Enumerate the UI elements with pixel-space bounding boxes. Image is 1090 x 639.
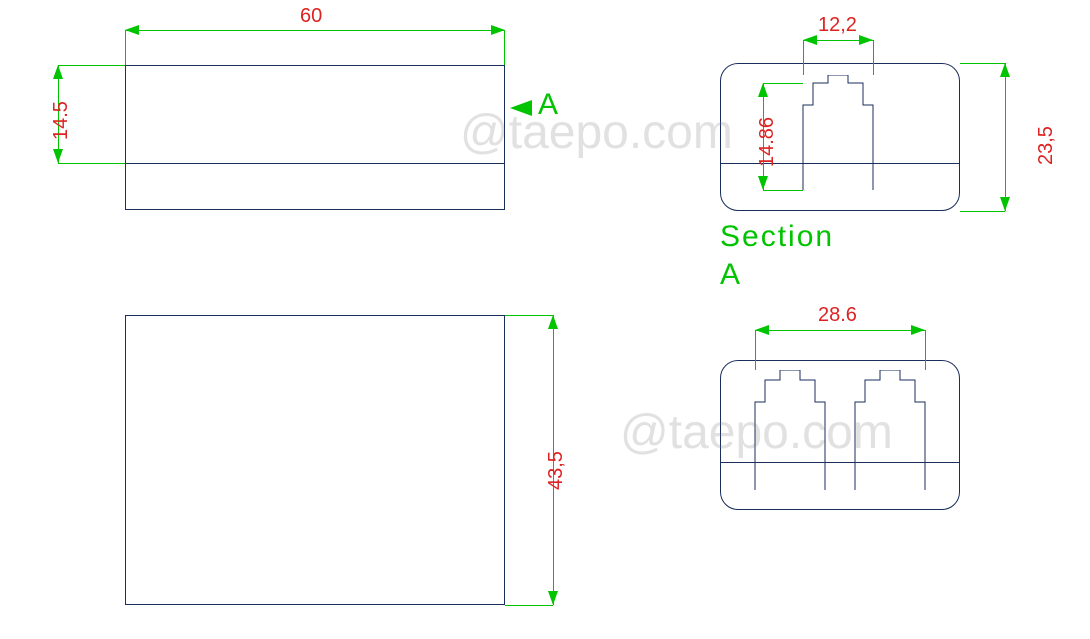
- dim-12-2-ext-l: [803, 40, 804, 75]
- dim-23-5-ext-b: [960, 211, 1005, 212]
- dim-23-5-arrow-t: [1000, 63, 1010, 77]
- dim-28-6-ext-l: [755, 330, 756, 370]
- dim-14-86-ext-b: [763, 190, 803, 191]
- dim-14-5-ext-t: [58, 65, 125, 66]
- dim-28-6-arrow-l: [755, 325, 769, 335]
- dim-12-2-arrow-r: [859, 35, 873, 45]
- dim-60-label: 60: [300, 5, 322, 28]
- bottom-left-outline: [125, 315, 505, 605]
- dim-60-line: [125, 30, 505, 31]
- dim-14-86-label: 14.86: [756, 117, 779, 167]
- dim-23-5-arrow-b: [1000, 197, 1010, 211]
- section-label-text: Section: [720, 220, 834, 254]
- dim-14-86-arrow-b: [758, 176, 768, 190]
- top-left-divider1: [125, 163, 505, 164]
- section-a-jack: [793, 75, 883, 190]
- dim-12-2-ext-r: [873, 40, 874, 75]
- watermark-top: @taepo.com: [460, 105, 733, 160]
- section-label-letter: A: [720, 258, 742, 292]
- dim-12-2-arrow-l: [803, 35, 817, 45]
- dim-43-5-arrow-t: [548, 315, 558, 329]
- dim-60-arrow-r: [491, 25, 505, 35]
- dim-28-6-label: 28.6: [818, 304, 857, 327]
- dim-14-5-ext-b: [58, 163, 125, 164]
- dim-28-6-arrow-r: [911, 325, 925, 335]
- dim-60-ext-r: [504, 30, 505, 65]
- dim-14-86-ext-t: [763, 83, 803, 84]
- watermark-bottom: @taepo.com: [620, 405, 893, 460]
- top-left-outline: [125, 65, 505, 210]
- dim-12-2-label: 12,2: [818, 14, 857, 37]
- dim-43-5-ext-t: [505, 315, 553, 316]
- dim-28-6-line: [755, 330, 925, 331]
- dim-14-5-label: 14.5: [50, 101, 73, 140]
- dim-43-5-arrow-b: [548, 591, 558, 605]
- dim-23-5-label: 23,5: [1035, 126, 1058, 165]
- dim-43-5-ext-b: [505, 605, 553, 606]
- dim-28-6-ext-r: [925, 330, 926, 370]
- dim-60-ext-l: [125, 30, 126, 65]
- technical-drawing: 60 14.5 A 12,2 14.86 23,5 Section A 43,5: [0, 0, 1090, 639]
- dim-14-5-arrow-b: [53, 149, 63, 163]
- dim-43-5-label: 43,5: [545, 451, 568, 490]
- dim-23-5-line: [1005, 63, 1006, 211]
- dim-14-86-arrow-t: [758, 83, 768, 97]
- dim-23-5-ext-t: [960, 63, 1005, 64]
- dim-60-arrow-l: [125, 25, 139, 35]
- dim-14-5-arrow-t: [53, 65, 63, 79]
